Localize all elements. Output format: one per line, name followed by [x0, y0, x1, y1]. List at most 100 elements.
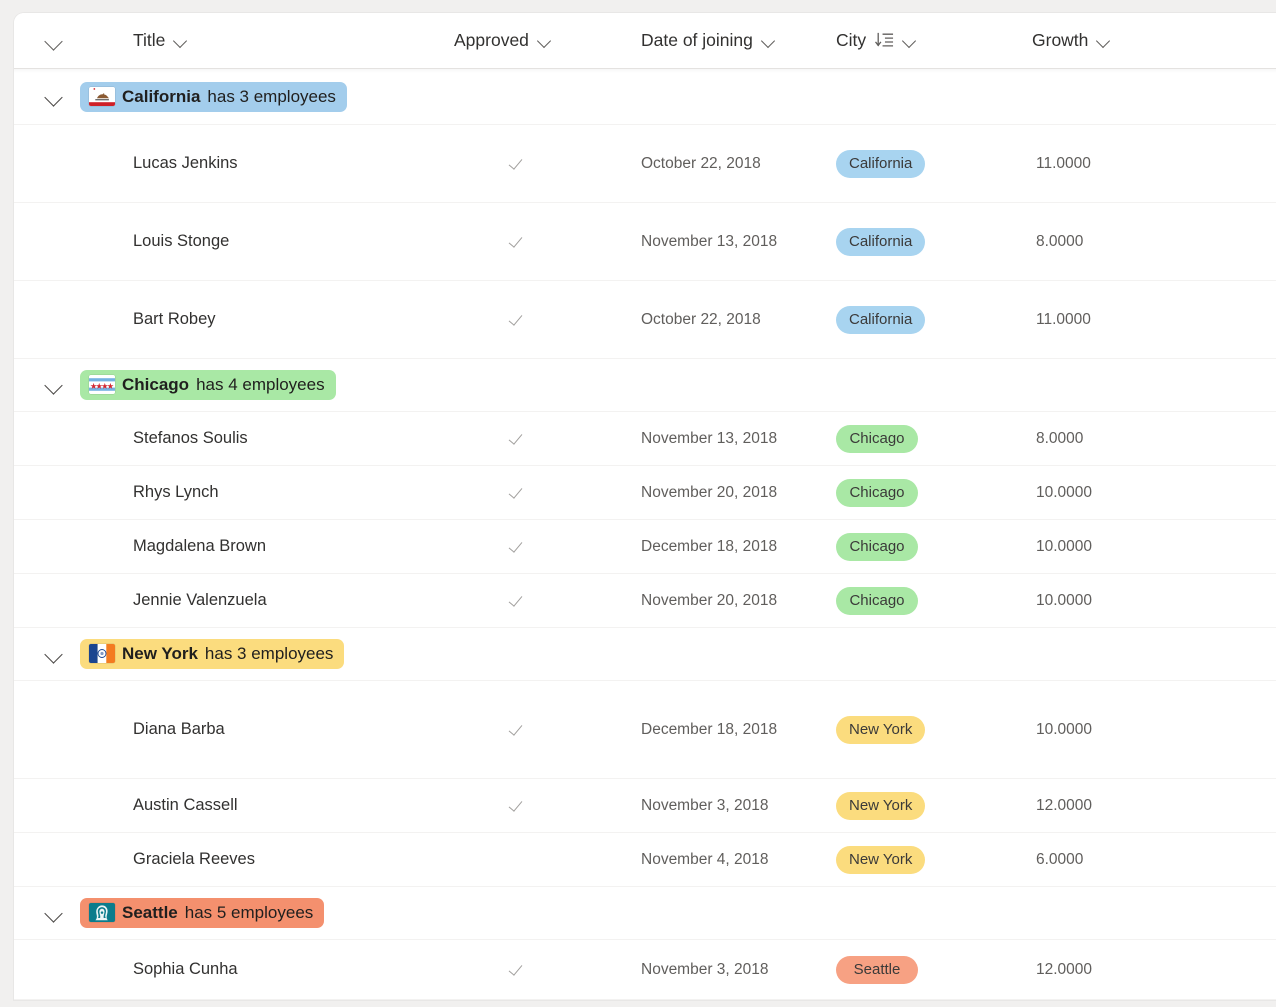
column-header-approved-label: Approved — [454, 30, 529, 51]
column-header-title[interactable]: Title — [80, 30, 454, 51]
group-expand-toggle[interactable] — [14, 645, 80, 663]
cell-approved — [454, 721, 641, 739]
cell-growth: 8.0000 — [1032, 430, 1232, 448]
cell-date-of-joining: November 20, 2018 — [641, 484, 836, 502]
checkmark-icon — [510, 155, 528, 173]
cell-title: Austin Cassell — [80, 796, 454, 815]
chevron-down-icon[interactable] — [1097, 34, 1111, 48]
chevron-down-icon — [45, 904, 63, 922]
cell-date-of-joining: November 4, 2018 — [641, 851, 836, 869]
column-header-date-of-joining[interactable]: Date of joining — [641, 30, 836, 51]
cell-title: Lucas Jenkins — [80, 154, 454, 173]
cell-city: Chicago — [836, 425, 1032, 453]
cell-approved — [454, 961, 641, 979]
flag-chicago-icon — [89, 375, 115, 394]
table-row[interactable]: Jennie ValenzuelaNovember 20, 2018Chicag… — [14, 574, 1276, 628]
chevron-down-icon[interactable] — [903, 34, 917, 48]
group-header-row[interactable]: New Yorkhas 3 employees — [14, 628, 1276, 681]
cell-title: Sophia Cunha — [80, 960, 454, 979]
group-header-pill[interactable]: New Yorkhas 3 employees — [80, 639, 344, 669]
chevron-down-icon — [45, 88, 63, 106]
table-row[interactable]: Stefanos SoulisNovember 13, 2018Chicago8… — [14, 412, 1276, 466]
city-badge: California — [836, 228, 925, 256]
cell-approved — [454, 484, 641, 502]
column-header-title-label: Title — [133, 30, 165, 51]
cell-date-of-joining: November 3, 2018 — [641, 797, 836, 815]
cell-growth: 11.0000 — [1032, 311, 1232, 329]
cell-approved — [454, 311, 641, 329]
cell-city: Chicago — [836, 587, 1032, 615]
table-row[interactable]: Magdalena BrownDecember 18, 2018Chicago1… — [14, 520, 1276, 574]
flag-seattle-icon — [89, 903, 115, 922]
checkmark-icon — [510, 430, 528, 448]
cell-date-of-joining: November 3, 2018 — [641, 961, 836, 979]
group-expand-toggle[interactable] — [14, 376, 80, 394]
cell-growth: 8.0000 — [1032, 233, 1232, 251]
column-header-growth[interactable]: Growth — [1032, 30, 1232, 51]
table-row[interactable]: Bart RobeyOctober 22, 2018California11.0… — [14, 281, 1276, 359]
group-count-label: has 3 employees — [205, 645, 334, 662]
flag-new-york-icon — [89, 644, 115, 663]
checkmark-icon — [510, 311, 528, 329]
cell-growth: 10.0000 — [1032, 538, 1232, 556]
group-header-row[interactable]: Seattlehas 5 employees — [14, 887, 1276, 940]
cell-growth: 10.0000 — [1032, 592, 1232, 610]
chevron-down-icon — [45, 645, 63, 663]
cell-date-of-joining: December 18, 2018 — [641, 538, 836, 556]
table-row[interactable]: Diana BarbaDecember 18, 2018New York10.0… — [14, 681, 1276, 779]
flag-california-icon — [89, 87, 115, 106]
group-expand-toggle[interactable] — [14, 88, 80, 106]
city-badge: New York — [836, 716, 925, 744]
cell-city: New York — [836, 716, 1032, 744]
cell-city: Chicago — [836, 479, 1032, 507]
city-badge: Chicago — [836, 425, 918, 453]
table-row[interactable]: Sophia Cunha November 3, 2018Seattle12.00… — [14, 940, 1276, 1000]
column-header-date-of-joining-label: Date of joining — [641, 30, 753, 51]
header-expand-all-toggle[interactable] — [14, 32, 80, 50]
cell-date-of-joining: October 22, 2018 — [641, 155, 836, 173]
group-header-pill[interactable]: Seattlehas 5 employees — [80, 898, 324, 928]
cell-approved — [454, 233, 641, 251]
chevron-down-icon[interactable] — [174, 34, 188, 48]
group-expand-toggle[interactable] — [14, 904, 80, 922]
grid-body: Californiahas 3 employeesLucas JenkinsOc… — [14, 69, 1276, 1000]
checkmark-icon — [510, 961, 528, 979]
cell-city: New York — [836, 792, 1032, 820]
column-header-city[interactable]: City — [836, 30, 1032, 51]
group-header-row[interactable]: Californiahas 3 employees — [14, 69, 1276, 125]
table-row[interactable]: Rhys LynchNovember 20, 2018Chicago10.000… — [14, 466, 1276, 520]
cell-growth: 12.0000 — [1032, 961, 1232, 979]
cell-title: Graciela Reeves — [80, 850, 454, 869]
chevron-down-icon[interactable] — [762, 34, 776, 48]
table-row[interactable]: Louis Stonge November 13, 2018California 8… — [14, 203, 1276, 281]
cell-growth: 12.0000 — [1032, 797, 1232, 815]
group-header-row[interactable]: Chicagohas 4 employees — [14, 359, 1276, 412]
group-name-label: California — [122, 88, 200, 105]
cell-city: Seattle — [836, 956, 1032, 984]
city-badge: New York — [836, 846, 925, 874]
chevron-down-icon[interactable] — [538, 34, 552, 48]
checkmark-icon — [510, 592, 528, 610]
city-badge: Chicago — [836, 587, 918, 615]
group-header-pill[interactable]: Chicagohas 4 employees — [80, 370, 336, 400]
table-row[interactable]: Graciela ReevesNovember 4, 2018New York6… — [14, 833, 1276, 887]
chevron-down-icon — [45, 376, 63, 394]
group-count-label: has 5 employees — [185, 904, 314, 921]
table-row[interactable]: Lucas JenkinsOctober 22, 2018California1… — [14, 125, 1276, 203]
cell-approved — [454, 592, 641, 610]
cell-city: California — [836, 150, 1032, 178]
city-badge: Chicago — [836, 533, 918, 561]
chevron-down-icon — [45, 32, 63, 50]
column-header-approved[interactable]: Approved — [454, 30, 641, 51]
column-header-city-label: City — [836, 30, 866, 51]
cell-growth: 10.0000 — [1032, 721, 1232, 739]
cell-city: Chicago — [836, 533, 1032, 561]
table-row[interactable]: Austin Cassell November 3, 2018New York12… — [14, 779, 1276, 833]
group-header-pill[interactable]: Californiahas 3 employees — [80, 82, 347, 112]
checkmark-icon — [510, 721, 528, 739]
cell-title: Louis Stonge — [80, 232, 454, 251]
cell-city: California — [836, 306, 1032, 334]
checkmark-icon — [510, 484, 528, 502]
city-badge: California — [836, 150, 925, 178]
cell-date-of-joining: November 13, 2018 — [641, 233, 836, 251]
